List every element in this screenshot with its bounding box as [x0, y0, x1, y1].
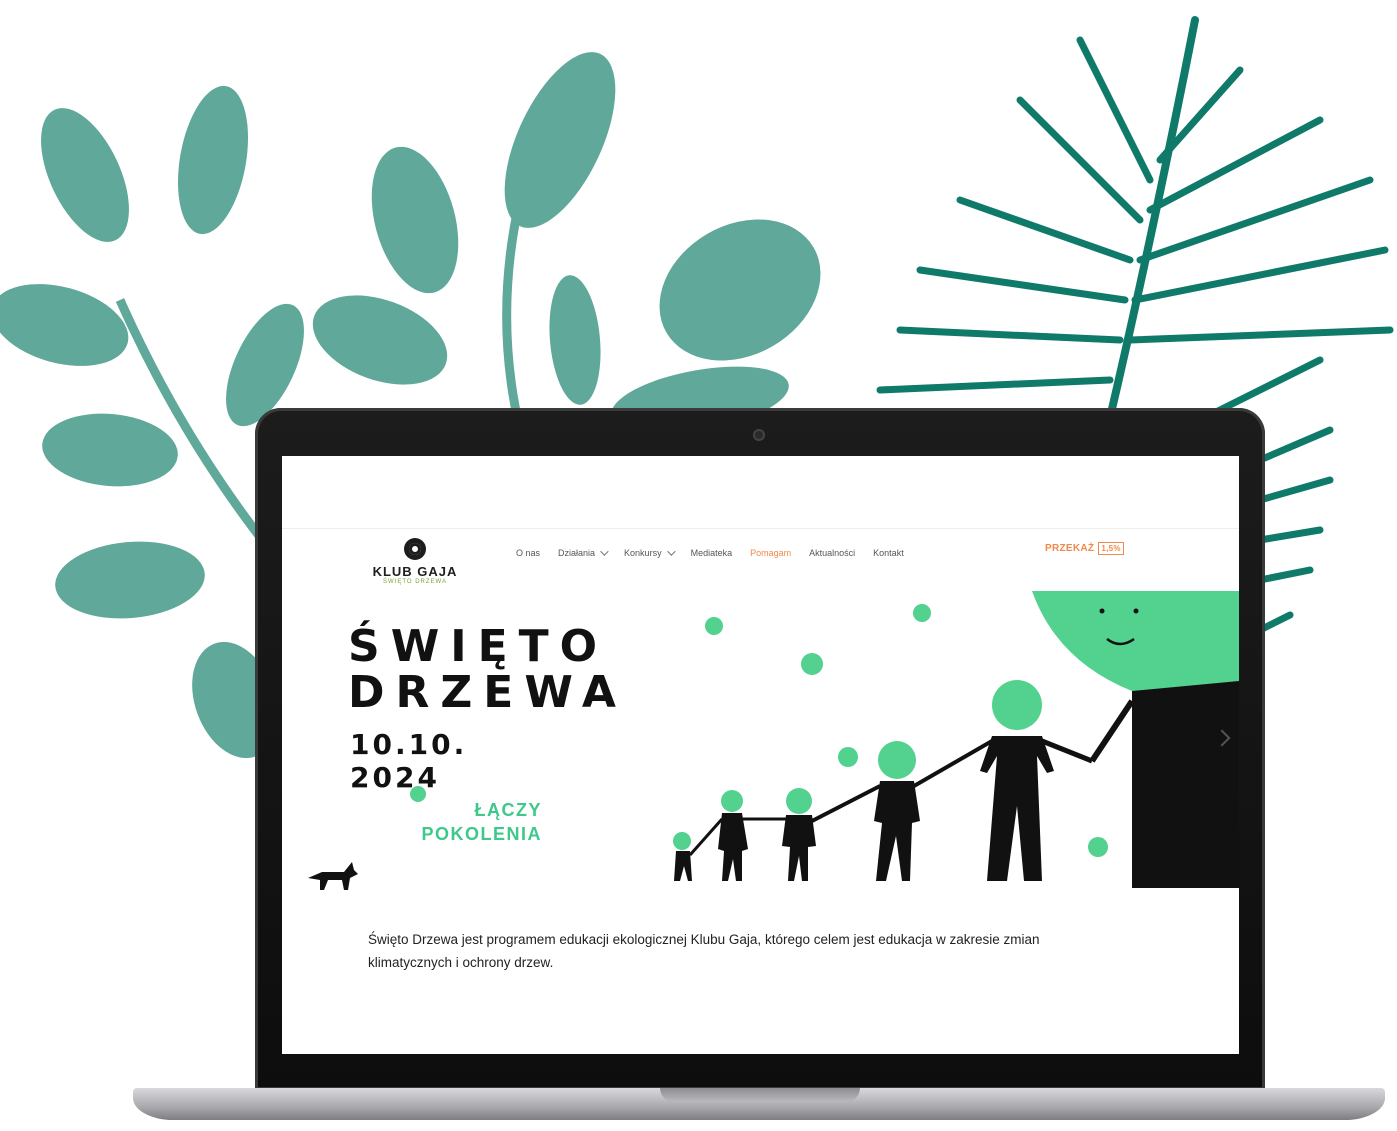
nav-label: Mediateka — [690, 548, 733, 558]
nav-item-kontakt[interactable]: Kontakt — [873, 548, 904, 558]
logo-subtitle: ŚWIĘTO DRZEWA — [383, 579, 447, 585]
przekaz-badge: 1,5% — [1098, 542, 1124, 555]
nav-label: Działania — [558, 548, 596, 558]
hero-tagline-line2: POKOLENIA — [421, 824, 542, 844]
nav-label: O nas — [516, 548, 541, 558]
chevron-down-icon — [600, 547, 609, 556]
hero-tagline-line1: ŁĄCZY — [474, 800, 542, 820]
hero-tagline: ŁĄCZY POKOLENIA — [382, 798, 542, 846]
page: KLUB GAJA ŚWIĘTO DRZEWA O nas Działania … — [0, 0, 1397, 1131]
website-screen: KLUB GAJA ŚWIĘTO DRZEWA O nas Działania … — [282, 456, 1239, 1054]
people-figures — [673, 680, 1093, 881]
tree-trunk — [1132, 681, 1239, 888]
main-nav: O nas Działania Konkursy Mediateka Pomag… — [516, 546, 904, 560]
przekaz-button[interactable]: PRZEKAŻ 1,5% — [1045, 542, 1124, 555]
nav-label: Kontakt — [873, 548, 904, 558]
nav-item-aktualnosci[interactable]: Aktualności — [809, 548, 855, 558]
logo-title: KLUB GAJA — [372, 564, 458, 579]
nav-label: Aktualności — [809, 548, 856, 558]
middle-leaf-branch — [312, 52, 821, 434]
intro-description: Święto Drzewa jest programem edukacji ek… — [368, 931, 1040, 970]
site-logo[interactable]: KLUB GAJA ŚWIĘTO DRZEWA — [364, 538, 466, 588]
hero-date: 10.10. 2024 — [350, 728, 468, 794]
przekaz-label: PRZEKAŻ — [1045, 543, 1095, 554]
nav-item-konkursy[interactable]: Konkursy — [624, 547, 676, 558]
nav-item-pomagam[interactable]: Pomagam — [750, 548, 791, 558]
nav-label: Pomagam — [750, 548, 792, 558]
nav-item-o-nas[interactable]: O nas — [516, 548, 540, 558]
dog-illustration — [308, 862, 358, 890]
tree-crown — [1032, 591, 1239, 700]
hero-title-line2: DRZEWA — [348, 667, 627, 718]
webcam-icon — [753, 429, 765, 441]
hero-title-line1: ŚWIĘTO — [348, 621, 609, 672]
chevron-down-icon — [666, 547, 676, 556]
logo-emblem-icon — [404, 538, 426, 560]
header-divider — [282, 528, 1239, 529]
hero-title: ŚWIĘTO DRZEWA — [348, 621, 627, 718]
laptop-notch — [660, 1088, 860, 1102]
nav-label: Konkursy — [624, 548, 662, 558]
nav-item-mediateka[interactable]: Mediateka — [691, 548, 733, 558]
family-tree-illustration — [673, 591, 1239, 888]
nav-item-dzialania[interactable]: Działania — [558, 547, 609, 558]
